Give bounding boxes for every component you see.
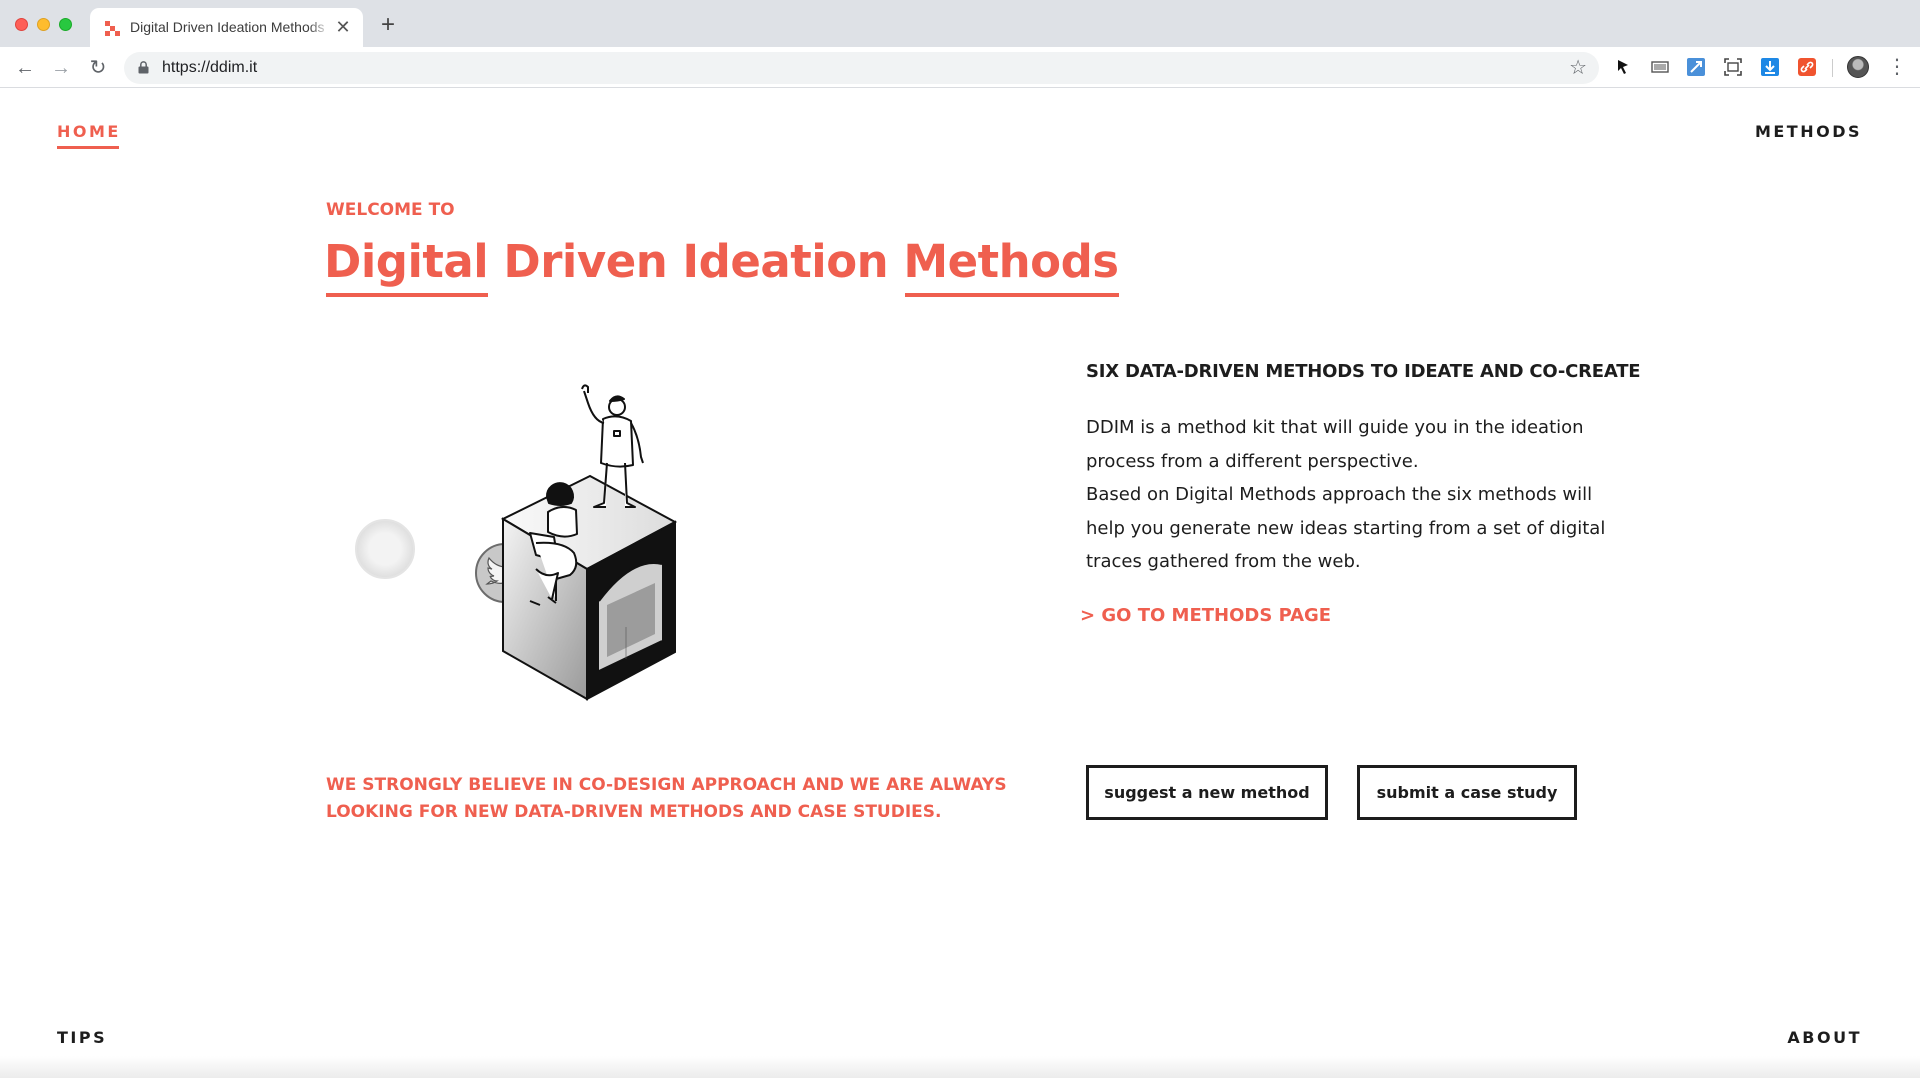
codesign-statement: WE STRONGLY BELIEVE IN CO-DESIGN APPROAC… [326,775,1007,822]
faded-bubble [355,519,415,579]
extension-screenshot-icon[interactable] [1723,57,1743,77]
browser-tab[interactable]: Digital Driven Ideation Methods ✕ [90,8,363,47]
extension-download-icon[interactable] [1760,57,1780,77]
toolbar-divider [1832,59,1833,77]
address-bar[interactable]: https://ddim.it ☆ [124,52,1599,84]
lock-icon [138,61,149,74]
nav-methods-link[interactable]: METHODS [1755,122,1862,141]
extension-barcode-icon[interactable] [1650,57,1670,77]
back-button[interactable]: ← [12,55,38,81]
forward-button[interactable]: → [48,55,74,81]
window-minimize-button[interactable] [37,18,50,31]
submit-case-study-button[interactable]: submit a case study [1357,765,1577,820]
title-word-digital: Digital [324,235,489,297]
favicon-icon [104,20,120,36]
extension-link-icon[interactable] [1797,57,1817,77]
title-middle: Driven Ideation [488,235,904,288]
cube-illustration [500,474,678,701]
welcome-label: WELCOME TO [326,200,455,220]
window-close-button[interactable] [15,18,28,31]
intro-paragraph: DDIM is a method kit that will guide you… [1086,411,1606,579]
browser-menu-icon[interactable]: ⋮ [1887,55,1907,79]
section-subheading: SIX DATA-DRIVEN METHODS TO IDEATE AND CO… [1086,361,1641,382]
browser-tab-strip: Digital Driven Ideation Methods ✕ + [0,0,1920,47]
url-text: https://ddim.it [162,59,258,76]
hero-illustration [355,384,678,701]
nav-tips-link[interactable]: TIPS [57,1028,107,1047]
new-tab-button[interactable]: + [376,13,400,38]
intro-line-2: Based on Digital Methods approach the si… [1086,484,1606,573]
suggest-method-button[interactable]: suggest a new method [1086,765,1328,820]
page-content: HOME METHODS WELCOME TO Digital Driven I… [0,89,1920,1078]
profile-avatar[interactable] [1847,56,1869,78]
nav-about-link[interactable]: ABOUT [1787,1028,1862,1047]
reload-button[interactable]: ↻ [85,55,111,81]
page-title: Digital Driven Ideation Methods [324,235,1119,297]
go-to-methods-link[interactable]: > GO TO METHODS PAGE [1080,605,1331,626]
nav-home-link[interactable]: HOME [57,122,121,149]
star-icon[interactable]: ☆ [1569,56,1587,80]
bottom-shadow [0,1056,1920,1078]
title-word-methods: Methods [903,235,1119,297]
window-zoom-button[interactable] [59,18,72,31]
browser-toolbar: ← → ↻ https://ddim.it ☆ ⋮ [0,47,1920,88]
tab-title: Digital Driven Ideation Methods [130,19,330,35]
close-icon[interactable]: ✕ [333,17,353,37]
intro-line-1: DDIM is a method kit that will guide you… [1086,417,1584,472]
extension-resize-icon[interactable] [1686,57,1706,77]
extension-cursor-icon[interactable] [1613,57,1633,77]
